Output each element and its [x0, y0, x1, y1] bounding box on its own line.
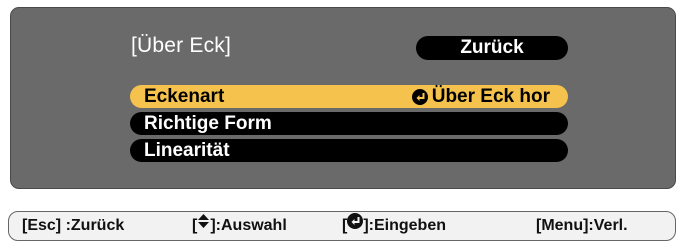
enter-icon [347, 211, 364, 239]
menu-item-label: Linearität [144, 140, 230, 161]
corner-settings-panel: [Über Eck] Zurück Eckenart Über Eck hor … [10, 7, 676, 189]
help-select: []:Auswahl [192, 212, 287, 240]
menu-item-eckenart[interactable]: Eckenart Über Eck hor [130, 85, 568, 108]
help-enter-suffix: ]:Eingeben [363, 217, 446, 235]
enter-icon [411, 88, 428, 105]
menu-item-value-text: Über Eck hor [431, 86, 550, 107]
up-down-arrow-icon [197, 211, 210, 239]
menu-item-richtige-form[interactable]: Richtige Form [130, 112, 568, 135]
help-menu: [Menu]:Verl. [536, 217, 628, 234]
help-esc: [Esc] :Zurück [22, 217, 125, 234]
menu-item-linearitaet[interactable]: Linearität [130, 139, 568, 162]
help-select-suffix: ]:Auswahl [210, 217, 287, 235]
help-bar: [Esc] :Zurück []:Auswahl []:Eingeben [Me… [8, 211, 676, 241]
dialog-title: [Über Eck] [131, 34, 232, 57]
menu-item-label: Eckenart [144, 86, 225, 107]
back-button[interactable]: Zurück [416, 36, 568, 60]
menu-item-value: Über Eck hor [411, 85, 550, 108]
menu-item-label: Richtige Form [144, 113, 272, 134]
help-enter: []:Eingeben [342, 212, 446, 240]
